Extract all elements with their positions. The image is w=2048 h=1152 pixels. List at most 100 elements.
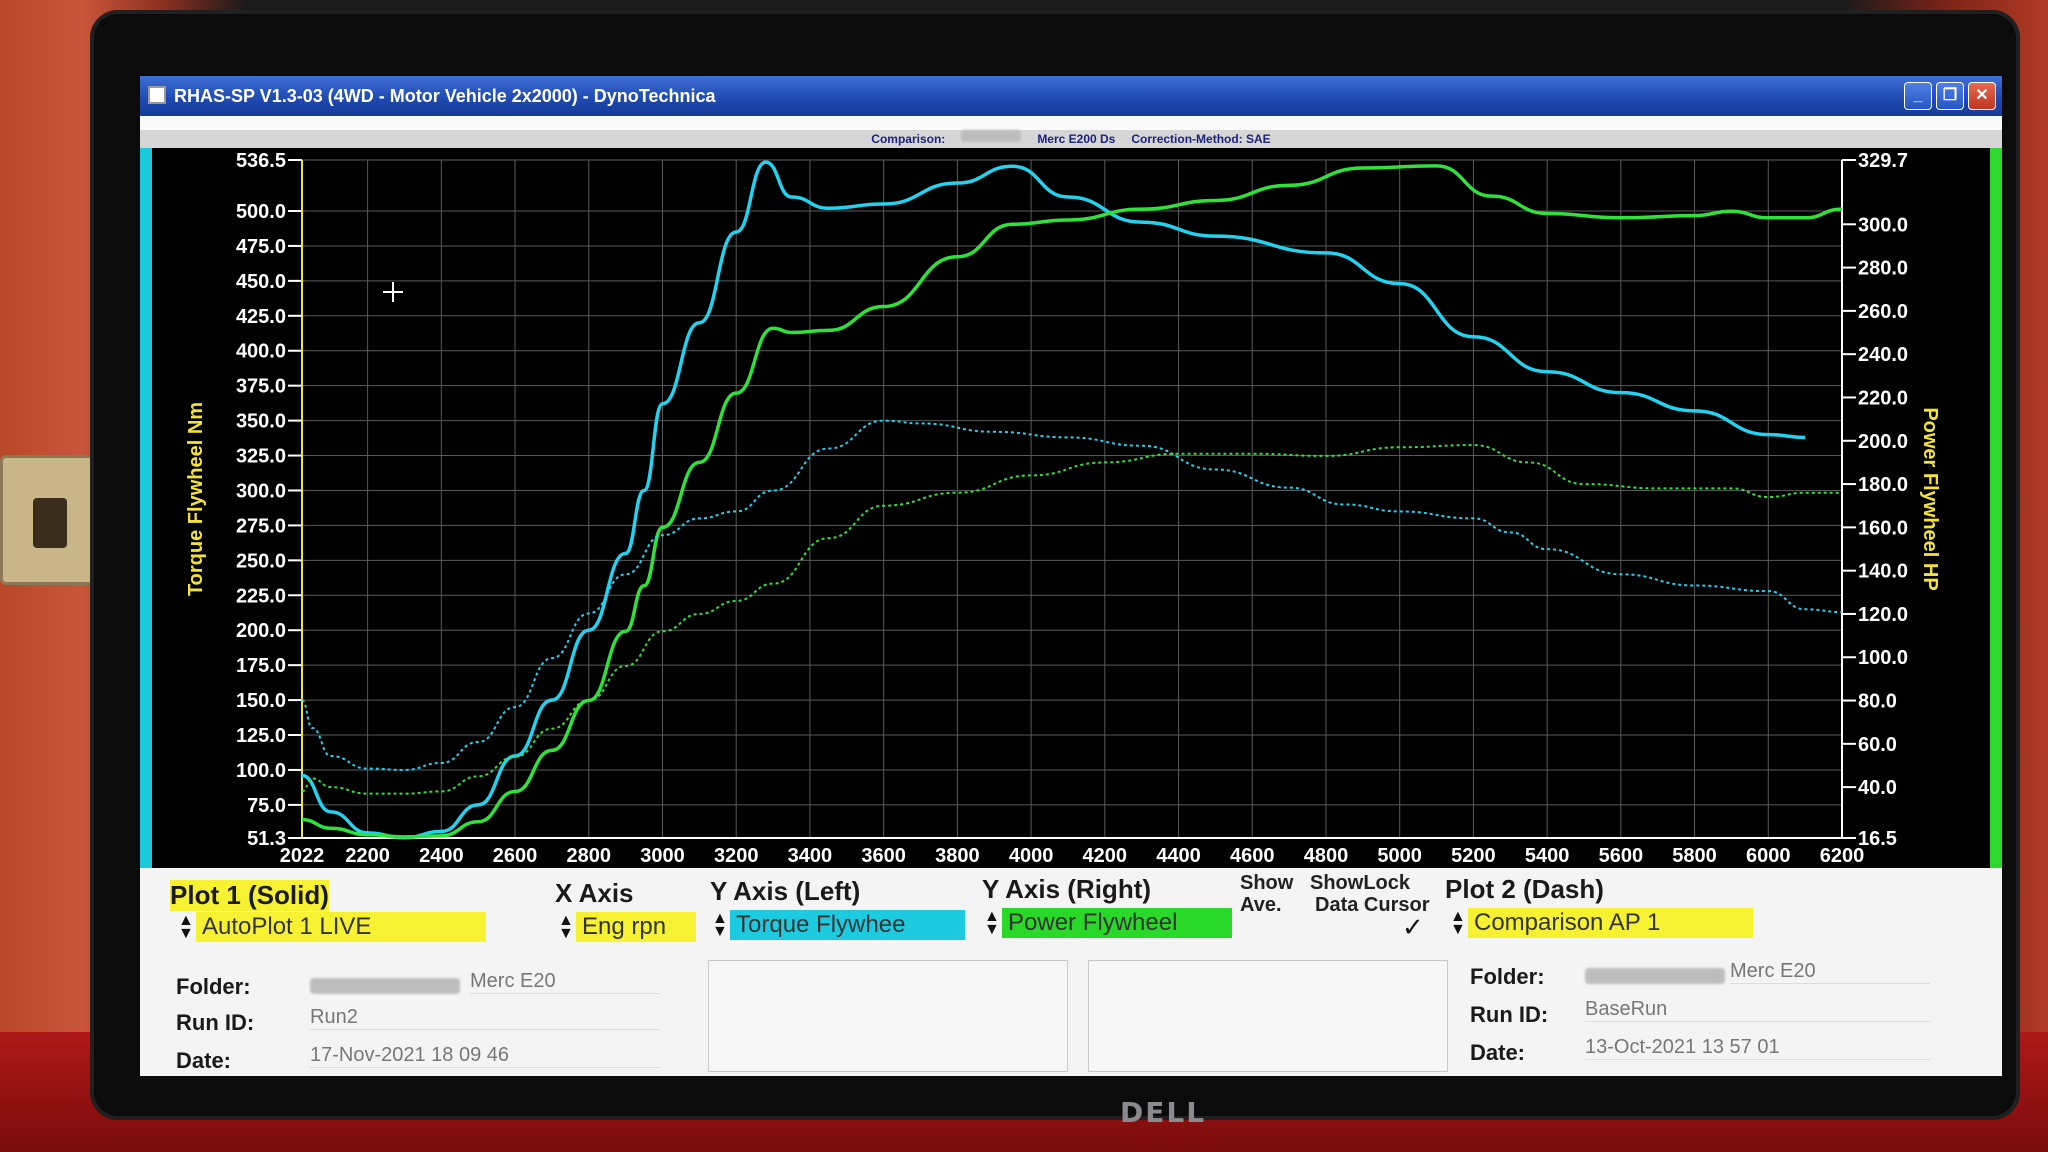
y-axis-right-spinner[interactable]: ▲ ▼ [984,909,1000,938]
x-tick-label: 5200 [1451,845,1496,867]
x-tick-label: 2600 [493,845,538,867]
app-icon [148,86,166,104]
monitor-brand-logo: DELL [1120,1096,1207,1129]
right-tick-label: 300.0 [1858,214,1908,236]
right-tick-label: 280.0 [1858,258,1908,280]
x-tick-label: 4400 [1156,845,1201,867]
right-axis-label: Power Flywheel HP [1919,407,1941,590]
y-axis-right-title: Y Axis (Right) [982,874,1152,904]
right-tick-label: 180.0 [1858,474,1908,496]
x-axis-title: X Axis [555,878,634,908]
restore-button[interactable]: ❐ [1936,82,1964,110]
right-tick-label: 260.0 [1858,301,1908,323]
x-tick-label: 4600 [1230,845,1275,867]
notes-box-right[interactable] [1088,960,1448,1072]
plot1-select[interactable]: AutoPlot 1 LIVE [196,912,486,942]
left-tick-label: 200.0 [236,620,286,642]
y-axis-left-title: Y Axis (Left) [710,876,861,906]
left-tick-label: 75.0 [247,795,286,817]
x-tick-label: 3200 [714,845,759,867]
run1-runid-label: Run ID: [176,1010,255,1035]
left-tick-label: 250.0 [236,550,286,572]
left-tick-label: 175.0 [236,655,286,677]
plot2-title: Plot 2 (Dash) [1445,874,1604,904]
x-tick-label: 2400 [419,845,464,867]
plot1-spinner[interactable]: ▲ ▼ [178,913,194,942]
x-tick-label: 5800 [1672,845,1717,867]
redacted-text [310,978,460,994]
right-tick-label: 100.0 [1858,647,1908,669]
plot1-title: Plot 1 (Solid) [170,880,329,911]
menu-bar [140,116,2002,130]
left-tick-label: 51.3 [247,828,286,850]
right-tick-label: 120.0 [1858,604,1908,626]
x-tick-label: 2200 [345,845,390,867]
run1-folder-value: Merc E20 [470,968,660,994]
redacted-text [1585,968,1725,984]
notes-box-left[interactable] [708,960,1068,1072]
left-tick-label: 400.0 [236,341,286,363]
close-button[interactable]: ✕ [1968,82,1996,110]
right-tick-label: 200.0 [1858,431,1908,453]
left-tick-label: 450.0 [236,271,286,293]
title-bar[interactable]: RHAS-SP V1.3-03 (4WD - Motor Vehicle 2x2… [140,76,2002,116]
x-tick-label: 4200 [1083,845,1128,867]
application-window: RHAS-SP V1.3-03 (4WD - Motor Vehicle 2x2… [140,76,2002,1076]
x-tick-label: 4000 [1009,845,1054,867]
x-tick-label: 6000 [1746,845,1791,867]
run2-date-value: 13-Oct-2021 13 57 01 [1585,1034,1930,1060]
x-tick-label: 3800 [935,845,980,867]
left-tick-label: 475.0 [236,236,286,258]
y-axis-right-select[interactable]: Power Flywheel [1002,908,1232,938]
x-tick-label: 2022 [280,845,325,867]
show-title: Show [1240,872,1294,894]
x-tick-label: 5000 [1377,845,1422,867]
right-tick-label: 40.0 [1858,777,1897,799]
x-tick-label: 2800 [567,845,612,867]
left-tick-label: 100.0 [236,760,286,782]
dyno-chart[interactable]: 2022 2200 2400 2600 2800 3000 3200 3400 3600 3800… [152,148,1990,868]
dyno-plot-area[interactable]: 2022 2200 2400 2600 2800 3000 3200 3400 3600 3800… [140,148,2002,868]
x-tick-label: 3000 [640,845,685,867]
y-axis-left-select[interactable]: Torque Flywhee [730,910,965,940]
run2-date-label: Date: [1470,1040,1526,1065]
minimize-button[interactable]: _ [1904,82,1932,110]
right-axis-color-strip [1990,148,2002,868]
run1-date-label: Date: [176,1048,232,1073]
series-line-torque-flywheel [301,160,1806,840]
x-axis-spinner[interactable]: ▲ ▼ [558,913,574,942]
y-axis-left-spinner[interactable]: ▲ ▼ [712,911,728,940]
right-tick-label: 80.0 [1858,691,1897,713]
left-tick-label: 125.0 [236,725,286,747]
run2-runid-value: BaseRun [1585,996,1930,1022]
ave-title: Ave. [1240,894,1282,916]
run2-folder-value: Merc E20 [1730,958,1930,984]
plot2-spinner[interactable]: ▲ ▼ [1450,909,1466,938]
left-tick-label: 500.0 [236,201,286,223]
left-tick-label: 225.0 [236,585,286,607]
comparison-value: Merc E200 Ds [1037,132,1116,146]
x-tick-label: 4800 [1304,845,1349,867]
left-tick-label: 425.0 [236,306,286,328]
redacted-text [961,130,1022,142]
x-axis-select[interactable]: Eng rpn [576,912,696,942]
series-line-comparison-power [301,444,1842,795]
window-title: RHAS-SP V1.3-03 (4WD - Motor Vehicle 2x2… [174,86,716,106]
right-tick-label: 329.7 [1858,150,1908,172]
left-tick-label: 350.0 [236,411,286,433]
left-axis-color-strip [140,148,152,868]
plot2-select[interactable]: Comparison AP 1 [1468,908,1753,938]
left-axis-label: Torque Flywheel Nm [185,402,207,596]
right-tick-label: 60.0 [1858,734,1897,756]
left-tick-label: 300.0 [236,480,286,502]
left-tick-label: 275.0 [236,515,286,537]
right-tick-label: 140.0 [1858,561,1908,583]
run1-runid-value: Run2 [310,1004,660,1030]
x-tick-label: 3400 [788,845,833,867]
wall-outlet [0,455,95,585]
right-tick-label: 220.0 [1858,387,1908,409]
x-tick-label: 5400 [1525,845,1570,867]
data-cursor-checkbox[interactable]: ✓ [1402,912,1424,943]
correction-method: Correction-Method: SAE [1131,132,1271,146]
run1-folder-label: Folder: [176,974,251,999]
